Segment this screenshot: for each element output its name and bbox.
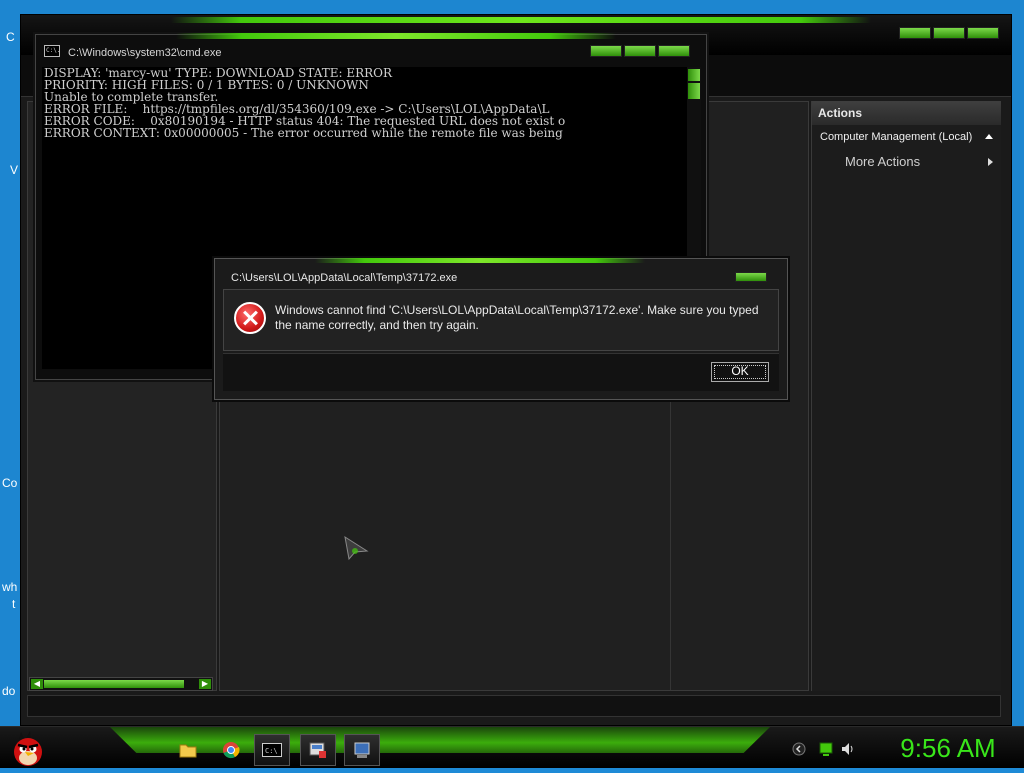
chrome-icon[interactable]: [213, 734, 249, 766]
minimize-button[interactable]: [590, 45, 622, 57]
collapse-arrow-icon[interactable]: [985, 134, 993, 139]
scroll-right-arrow-icon[interactable]: ▶: [199, 679, 211, 689]
close-button[interactable]: [658, 45, 690, 57]
mouse-cursor-icon: [344, 535, 369, 561]
svg-text:C:\: C:\: [265, 747, 278, 755]
close-button[interactable]: [967, 27, 999, 39]
desktop-text-fragment: C: [6, 30, 15, 44]
horizontal-scrollbar[interactable]: ◀ ▶: [29, 677, 213, 691]
desktop-text-fragment: Co: [2, 476, 18, 490]
dialog-body: Windows cannot find 'C:\Users\LOL\AppDat…: [223, 289, 779, 351]
console-line: ERROR CONTEXT: 0x00000005 - The error oc…: [44, 126, 563, 140]
taskbar: C:\ 9:56 AM: [0, 726, 1024, 768]
folder-icon[interactable]: [170, 734, 206, 766]
actions-item-computer-management[interactable]: Computer Management (Local): [812, 125, 1001, 149]
more-actions-item[interactable]: More Actions: [812, 149, 1001, 175]
ok-button[interactable]: OK: [711, 362, 769, 382]
error-dialog: C:\Users\LOL\AppData\Local\Temp\37172.ex…: [214, 258, 788, 400]
scroll-up-arrow-icon[interactable]: [688, 69, 700, 81]
desktop-text-fragment: t: [12, 597, 16, 611]
scroll-thumb[interactable]: [44, 680, 184, 688]
scroll-thumb[interactable]: [688, 83, 700, 99]
cmd-icon[interactable]: C:\: [254, 734, 290, 766]
dialog-footer: OK: [223, 353, 779, 391]
angry-bird-start-icon[interactable]: [8, 728, 48, 768]
network-icon[interactable]: [818, 741, 834, 757]
desktop-text-fragment: do: [2, 684, 16, 698]
status-bar: [27, 695, 1001, 717]
dialog-message: Windows cannot find 'C:\Users\LOL\AppDat…: [275, 303, 759, 332]
maximize-button[interactable]: [624, 45, 656, 57]
actions-pane: Actions Computer Management (Local) More…: [811, 101, 1001, 691]
window-controls: [899, 27, 999, 39]
cmd-window-controls: [590, 45, 690, 57]
desktop-text-fragment: wh: [2, 580, 18, 594]
console-icon: C:\.: [44, 45, 60, 57]
maximize-button[interactable]: [933, 27, 965, 39]
desktop-text-fragment: V: [10, 163, 19, 177]
actions-header: Actions: [812, 101, 1001, 125]
dialog-title: C:\Users\LOL\AppData\Local\Temp\37172.ex…: [231, 272, 458, 284]
computer-management-icon[interactable]: [300, 734, 336, 766]
cmd-title: C:\Windows\system32\cmd.exe: [68, 47, 222, 59]
system-icon[interactable]: [344, 734, 380, 766]
error-icon: [234, 302, 266, 334]
minimize-button[interactable]: [899, 27, 931, 39]
submenu-arrow-icon: [988, 158, 993, 166]
scroll-left-arrow-icon[interactable]: ◀: [31, 679, 43, 689]
volume-icon[interactable]: [840, 741, 856, 757]
clock[interactable]: 9:56 AM: [878, 731, 1018, 765]
arrow-icon[interactable]: [792, 742, 806, 756]
system-tray: [790, 739, 880, 761]
actions-item-label: Computer Management (Local): [820, 131, 973, 143]
more-actions-label: More Actions: [845, 154, 921, 169]
dialog-close-button[interactable]: [735, 272, 767, 282]
